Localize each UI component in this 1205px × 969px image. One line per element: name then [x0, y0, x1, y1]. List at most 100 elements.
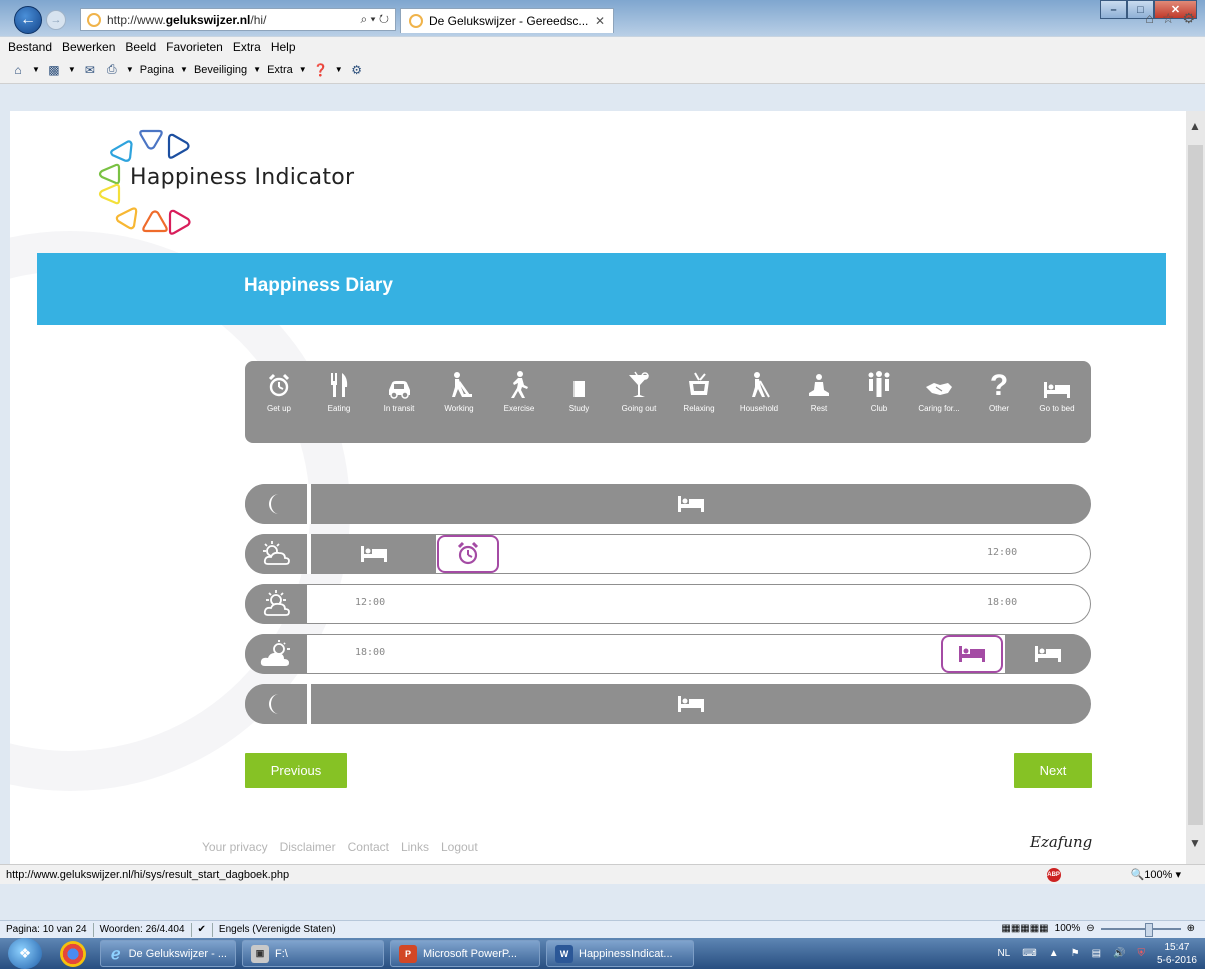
word-zoom-level[interactable]: 100% — [1055, 923, 1081, 934]
address-url[interactable]: http://www.gelukswijzer.nl/hi/ — [107, 13, 360, 27]
activity-caring-for[interactable]: Caring for... — [911, 369, 967, 413]
activity-label: Get up — [266, 404, 291, 413]
activity-study[interactable]: Study — [551, 369, 607, 413]
chrome-icon[interactable] — [60, 940, 86, 967]
sleep-block[interactable] — [1005, 634, 1091, 674]
taskbar-powerpoint[interactable]: P Microsoft PowerP... — [390, 940, 540, 967]
chevron-down-icon[interactable]: ▼ — [299, 65, 307, 74]
spellcheck-icon[interactable]: ✔ — [198, 924, 206, 935]
flag-icon[interactable]: ⚑ — [1071, 948, 1080, 959]
page-menu[interactable]: Pagina — [140, 64, 174, 76]
zoom-out-icon[interactable]: ⊖ — [1086, 923, 1094, 934]
print-icon[interactable]: ⎙ — [104, 62, 120, 78]
drive-icon: ▣ — [251, 944, 269, 963]
extra-menu[interactable]: Extra — [267, 64, 293, 76]
scroll-thumb[interactable] — [1188, 145, 1203, 825]
adblock-icon[interactable]: ABP — [1046, 867, 1061, 882]
chevron-down-icon[interactable]: ▼ — [126, 65, 134, 74]
activity-working[interactable]: Working — [431, 369, 487, 413]
star-icon[interactable]: ☆ — [1162, 10, 1175, 27]
next-button[interactable]: Next — [1014, 753, 1092, 788]
home-icon[interactable]: ⌂ — [10, 62, 26, 78]
menu-favorieten[interactable]: Favorieten — [166, 40, 223, 54]
logout-link[interactable]: Logout — [441, 840, 478, 854]
activity-rest[interactable]: Rest — [791, 369, 847, 413]
forward-button[interactable]: → — [46, 10, 66, 30]
mail-icon[interactable]: ✉ — [82, 62, 98, 78]
activity-eating[interactable]: Eating — [311, 369, 367, 413]
contact-link[interactable]: Contact — [348, 840, 389, 854]
menu-extra[interactable]: Extra — [233, 40, 261, 54]
activity-relaxing[interactable]: Relaxing — [671, 369, 727, 413]
activity-get-up[interactable]: Get up — [251, 369, 307, 413]
gear-icon[interactable]: ⚙ — [1182, 10, 1195, 27]
sleep-block[interactable] — [311, 484, 1071, 524]
tray-expand-icon[interactable]: ▲ — [1049, 948, 1059, 959]
minimize-button[interactable]: – — [1100, 0, 1127, 19]
links-link[interactable]: Links — [401, 840, 429, 854]
home-icon[interactable]: ⌂ — [1145, 10, 1153, 27]
taskbar-word[interactable]: W HappinessIndicat... — [546, 940, 694, 967]
vertical-scrollbar[interactable]: ▲ ▼ — [1186, 111, 1205, 864]
scroll-up-icon[interactable]: ▲ — [1189, 119, 1201, 133]
menu-beeld[interactable]: Beeld — [125, 40, 156, 54]
rss-icon[interactable]: ▩ — [46, 62, 62, 78]
activity-household[interactable]: Household — [731, 369, 787, 413]
back-button[interactable]: ← — [14, 6, 42, 34]
zoom-slider[interactable] — [1100, 922, 1181, 937]
activity-club[interactable]: Club — [851, 369, 907, 413]
worker-icon — [452, 372, 472, 397]
tray-language[interactable]: NL — [997, 948, 1010, 959]
taskbar-explorer[interactable]: ▣ F:\ — [242, 940, 384, 967]
taskbar-ie[interactable]: ℯ De Gelukswijzer - ... — [100, 940, 236, 967]
address-controls[interactable]: ⌕ ▾ ↻ — [360, 12, 389, 27]
activity-in-transit[interactable]: In transit — [371, 369, 427, 413]
security-menu[interactable]: Beveiliging — [194, 64, 247, 76]
word-status-bar: Pagina: 10 van 24 Woorden: 26/4.404 ✔ En… — [0, 920, 1205, 938]
chevron-down-icon[interactable]: ▼ — [180, 65, 188, 74]
previous-button[interactable]: Previous — [245, 753, 347, 788]
activity-other[interactable]: ? Other — [971, 369, 1027, 413]
sleep-block[interactable] — [311, 534, 436, 574]
get-up-slot[interactable] — [437, 535, 499, 573]
timeline-row-afternoon: 12:00 18:00 — [245, 584, 1091, 624]
activity-exercise[interactable]: Exercise — [491, 369, 547, 413]
word-language[interactable]: Engels (Verenigde Staten) — [219, 924, 336, 935]
scroll-down-icon[interactable]: ▼ — [1189, 836, 1201, 850]
handshake-icon — [926, 383, 952, 395]
chevron-down-icon[interactable]: ▼ — [32, 65, 40, 74]
clock[interactable]: 15:47 5-6-2016 — [1157, 941, 1197, 967]
address-bar[interactable]: http://www.gelukswijzer.nl/hi/ ⌕ ▾ ↻ — [80, 8, 396, 31]
sleep-block[interactable] — [311, 684, 1071, 724]
chevron-down-icon[interactable]: ▼ — [335, 65, 343, 74]
zoom-in-icon[interactable]: ⊕ — [1187, 923, 1195, 934]
zoom-level[interactable]: 🔍100% ▾ — [1131, 868, 1181, 881]
chevron-down-icon[interactable]: ▼ — [68, 65, 76, 74]
menu-help[interactable]: Help — [271, 40, 296, 54]
research-icon[interactable]: ⚙ — [349, 62, 365, 78]
go-to-bed-slot[interactable] — [941, 635, 1003, 673]
activity-go-to-bed[interactable]: Go to bed — [1029, 369, 1085, 413]
shield-icon[interactable]: ⛨ — [1137, 948, 1145, 959]
word-word-count[interactable]: Woorden: 26/4.404 — [100, 924, 185, 935]
start-button[interactable]: ❖ — [8, 938, 42, 969]
keyboard-icon[interactable]: ⌨ — [1022, 948, 1036, 959]
windows-taskbar: ❖ ℯ De Gelukswijzer - ... ▣ F:\ P Microsoft… — [0, 938, 1205, 969]
clock-date: 5-6-2016 — [1156, 954, 1197, 966]
menu-bestand[interactable]: Bestand — [8, 40, 52, 54]
activity-going-out[interactable]: Going out — [611, 369, 667, 413]
word-page-count[interactable]: Pagina: 10 van 24 — [6, 924, 87, 935]
privacy-link[interactable]: Your privacy — [202, 840, 268, 854]
chevron-down-icon[interactable]: ▼ — [253, 65, 261, 74]
view-layout-icon[interactable]: ▦▦▦▦▦ — [1001, 923, 1048, 934]
help-icon[interactable]: ❓ — [313, 62, 329, 78]
volume-icon[interactable]: 🔊 — [1113, 948, 1125, 959]
tab-close-button[interactable]: ✕ — [595, 14, 605, 28]
menu-bewerken[interactable]: Bewerken — [62, 40, 115, 54]
browser-toolbar-icons: ⌂ ☆ ⚙ — [1145, 10, 1195, 27]
browser-tab[interactable]: De Gelukswijzer - Gereedsc... ✕ — [400, 8, 614, 33]
disclaimer-link[interactable]: Disclaimer — [280, 840, 336, 854]
network-icon[interactable]: ▤ — [1092, 948, 1101, 959]
vacuum-icon — [752, 372, 770, 398]
bed-icon — [678, 696, 704, 712]
